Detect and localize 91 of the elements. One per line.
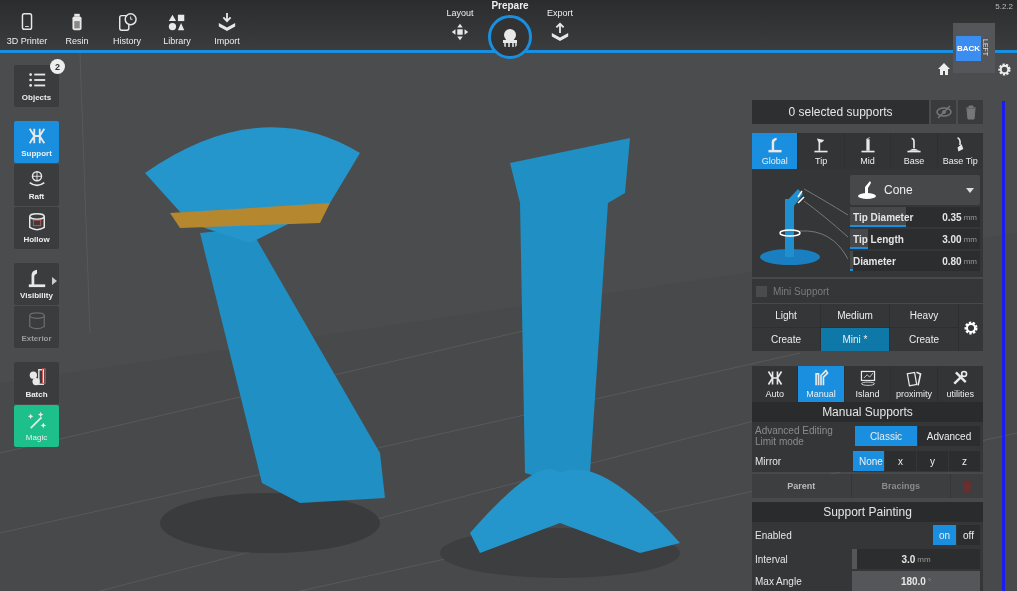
move-icon	[450, 22, 470, 42]
raft-icon	[26, 169, 47, 189]
checkbox-label: Mini Support	[773, 285, 830, 297]
unit-label: mm	[963, 234, 977, 244]
parameter-slider[interactable]: Diameter 0.80 mm	[850, 251, 980, 271]
support-mode-tab[interactable]: utilities	[937, 366, 984, 402]
toolbar-button[interactable]: Import	[204, 12, 250, 46]
support-tab[interactable]: Mid	[844, 133, 891, 169]
support-icon	[765, 136, 784, 154]
support-mode-tab[interactable]: Auto	[752, 366, 798, 402]
export-icon	[550, 22, 570, 42]
version-label: 5.2.2	[995, 2, 1013, 11]
support-mode-tab[interactable]: proximity	[891, 366, 937, 402]
support-tab[interactable]: Base	[891, 133, 937, 169]
support-icon	[26, 126, 47, 146]
trash-icon	[960, 479, 974, 493]
value-slider[interactable]: 180.0 °	[852, 571, 980, 591]
hide-button[interactable]	[931, 100, 956, 124]
side-tool-button[interactable]: Hollow	[14, 207, 59, 249]
unit-label: °	[927, 576, 932, 586]
eye-off-icon	[935, 104, 952, 120]
settings-icon	[963, 319, 979, 336]
cylinder-icon	[26, 311, 47, 331]
support-icon	[812, 136, 831, 154]
slider-value: 3.0	[901, 553, 916, 565]
side-tool-button[interactable]: Visibility	[14, 263, 59, 305]
wand-icon	[26, 410, 47, 430]
parameter-label: Tip Diameter	[853, 211, 915, 223]
support-icon	[765, 369, 784, 387]
toolbar-button[interactable]: History	[104, 12, 150, 46]
action-button[interactable]: Parent	[752, 474, 851, 498]
caret-icon	[52, 277, 57, 285]
section-title: Support Painting	[752, 502, 983, 522]
unit-label: mm	[963, 212, 977, 222]
selection-count: 0 selected supports	[752, 100, 929, 124]
container-icon	[26, 212, 47, 232]
support-icon	[26, 268, 47, 288]
section-title: Manual Supports	[752, 402, 983, 422]
preset-button[interactable]: Mini *	[821, 328, 889, 351]
option-button[interactable]: off	[957, 525, 980, 545]
support-mode-tab[interactable]: Island	[844, 366, 891, 402]
option-button[interactable]: x	[885, 451, 916, 471]
mode-tab[interactable]: Export	[538, 0, 582, 59]
unit-label: mm	[917, 554, 931, 564]
parameter-value: 3.00	[942, 233, 962, 245]
mode-tab[interactable]: Prepare	[488, 0, 532, 59]
setting-label: Max Angle	[755, 575, 803, 587]
setting-label: Interval	[755, 553, 789, 565]
preset-button[interactable]: Heavy	[890, 304, 958, 327]
settings-button[interactable]	[959, 304, 983, 351]
shapes-icon	[167, 12, 187, 32]
setting-label: Enabled	[755, 529, 793, 541]
history-icon	[117, 12, 137, 32]
cone-support-icon	[856, 179, 878, 201]
caret-icon	[966, 187, 974, 193]
setting-label: Mirror	[755, 455, 783, 467]
support-tab[interactable]: Base Tip	[937, 133, 984, 169]
option-button[interactable]: z	[949, 451, 980, 471]
parameter-value: 0.35	[942, 211, 962, 223]
side-tool-button[interactable]: Batch	[14, 362, 59, 404]
parameter-slider[interactable]: Tip Diameter 0.35 mm	[850, 207, 980, 227]
delete-button[interactable]	[958, 100, 983, 124]
support-tab[interactable]: Tip	[798, 133, 844, 169]
preset-button[interactable]: Light	[752, 304, 820, 327]
value-slider[interactable]: 3.0 mm	[852, 549, 980, 569]
toolbar-button[interactable]: Library	[154, 12, 200, 46]
slider-value: 180.0	[900, 575, 926, 587]
import-icon	[217, 12, 237, 32]
parameter-label: Diameter	[853, 255, 897, 267]
cube-face-label: BACK	[956, 35, 982, 61]
unit-label: mm	[963, 256, 977, 266]
mode-tab[interactable]: Layout	[438, 0, 482, 59]
home-icon[interactable]	[937, 62, 951, 76]
setting-label: Advanced Editing Limit mode	[755, 425, 834, 447]
parameter-value: 0.80	[942, 255, 962, 267]
chart-icon	[858, 369, 877, 387]
toolbar-button[interactable]: 3D Printer	[4, 12, 50, 46]
toolbar-button[interactable]: Resin	[54, 12, 100, 46]
shape-dropdown[interactable]: Cone	[850, 175, 980, 205]
option-button[interactable]: y	[917, 451, 948, 471]
parameter-label: Tip Length	[853, 233, 905, 245]
preset-button[interactable]: Create	[752, 328, 820, 351]
list-icon	[26, 70, 47, 90]
settings-icon[interactable]	[997, 62, 1012, 77]
preset-button[interactable]: Create	[890, 328, 958, 351]
support-icon	[858, 136, 877, 154]
parameter-slider[interactable]: Tip Length 3.00 mm	[850, 229, 980, 249]
tools-icon	[951, 369, 970, 387]
side-tool-button[interactable]: Raft	[14, 164, 59, 206]
preset-button[interactable]: Medium	[821, 304, 889, 327]
support-icon	[904, 136, 923, 154]
